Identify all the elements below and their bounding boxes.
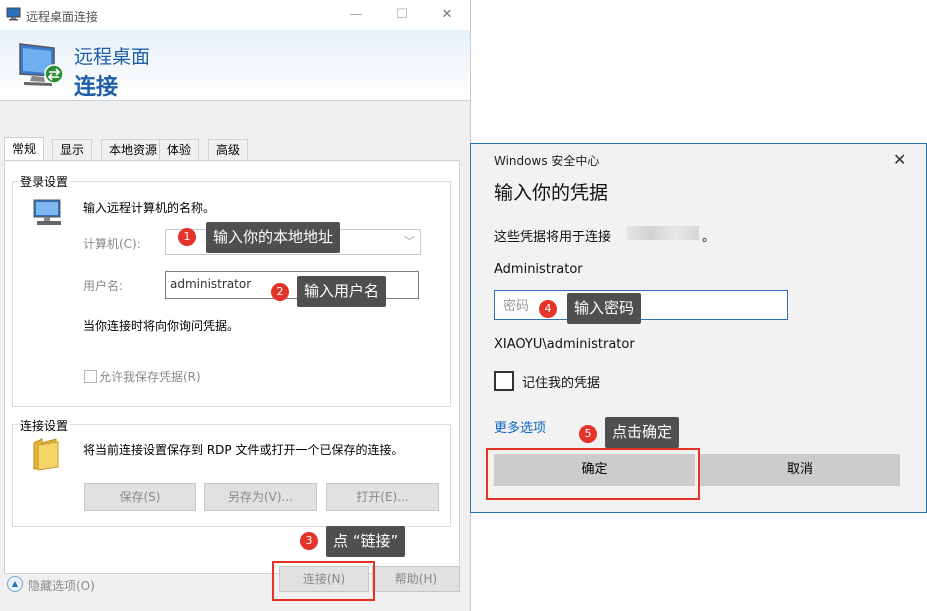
dialog-description-end: 。: [702, 230, 716, 245]
account-name: XIAOYU\administrator: [494, 337, 635, 352]
maximize-icon: ☐: [396, 7, 408, 22]
remote-desktop-window: 远程桌面连接 — ☐ ✕ 远程桌面 连接 常规 显示 本地资源 体验 高级 登录…: [0, 0, 471, 611]
annotation-badge-3: 3: [300, 532, 318, 550]
annotation-badge-4: 4: [539, 300, 557, 318]
annotation-tooltip-4: 输入密码: [567, 293, 642, 324]
connection-description: 将当前连接设置保存到 RDP 文件或打开一个已保存的连接。: [83, 443, 404, 457]
tab-general[interactable]: 常规: [4, 137, 45, 162]
close-icon[interactable]: ✕: [893, 150, 906, 169]
annotation-badge-1: 1: [178, 228, 196, 246]
username-label: 用户名:: [83, 279, 124, 293]
annotation-tooltip-2: 输入用户名: [297, 276, 387, 307]
computer-instruction: 输入远程计算机的名称。: [83, 201, 216, 215]
computer-label: 计算机(C):: [83, 237, 141, 251]
close-button[interactable]: ✕: [424, 0, 470, 30]
title-bar: 远程桌面连接 — ☐ ✕: [0, 0, 470, 30]
highlight-connect-button: [272, 561, 375, 601]
save-button[interactable]: 保存(S): [84, 483, 196, 511]
credentials-note: 当你连接时将向你询问凭据。: [83, 319, 240, 333]
dialog-app-name: Windows 安全中心: [494, 154, 600, 168]
tab-local-resources[interactable]: 本地资源: [101, 139, 166, 161]
remote-desktop-icon: [19, 43, 64, 86]
dialog-description: 这些凭据将用于连接: [494, 230, 612, 245]
remember-credentials-label: 记住我的凭据: [522, 376, 601, 391]
tab-experience[interactable]: 体验: [159, 139, 200, 161]
more-options-link[interactable]: 更多选项: [494, 417, 546, 436]
highlight-ok-button: [486, 448, 700, 500]
annotation-tooltip-3: 点 “链接”: [326, 526, 406, 557]
save-credentials-checkbox[interactable]: [84, 370, 97, 383]
folder-icon: [33, 438, 59, 471]
minimize-icon: —: [349, 7, 363, 22]
minimize-button[interactable]: —: [333, 0, 379, 30]
cancel-button[interactable]: 取消: [700, 454, 900, 486]
open-button[interactable]: 打开(E)...: [326, 483, 439, 511]
username-value: administrator: [170, 277, 252, 291]
chevron-up-icon[interactable]: ▲: [7, 576, 23, 592]
window-title: 远程桌面连接: [26, 10, 99, 24]
close-icon: ✕: [441, 7, 453, 22]
annotation-tooltip-1: 输入你的本地地址: [206, 222, 341, 253]
tab-display[interactable]: 显示: [52, 139, 93, 161]
header-title-line2: 连接: [74, 75, 119, 100]
hide-options-link[interactable]: 隐藏选项(O): [28, 577, 95, 594]
annotation-tooltip-5: 点击确定: [605, 417, 680, 448]
header-title-line1: 远程桌面: [74, 46, 151, 68]
connection-settings-label: 连接设置: [18, 417, 71, 434]
annotation-badge-5: 5: [579, 425, 597, 443]
redacted-host: [627, 226, 699, 240]
remote-desktop-icon: [6, 7, 21, 21]
remember-credentials-checkbox[interactable]: [494, 371, 514, 391]
annotation-badge-2: 2: [271, 283, 289, 301]
save-credentials-label: 允许我保存凭据(R): [99, 370, 201, 384]
maximize-button[interactable]: ☐: [379, 0, 425, 30]
header-banner: [0, 30, 470, 101]
save-as-button[interactable]: 另存为(V)...: [204, 483, 317, 511]
connection-settings-group: [12, 424, 451, 527]
credential-username: Administrator: [494, 262, 583, 277]
login-settings-label: 登录设置: [18, 173, 71, 190]
computer-icon: [33, 199, 61, 225]
dialog-title: 输入你的凭据: [494, 182, 609, 204]
help-button[interactable]: 帮助(H): [372, 566, 460, 592]
chevron-down-icon: ﹀: [404, 235, 415, 248]
tab-advanced[interactable]: 高级: [208, 139, 249, 161]
